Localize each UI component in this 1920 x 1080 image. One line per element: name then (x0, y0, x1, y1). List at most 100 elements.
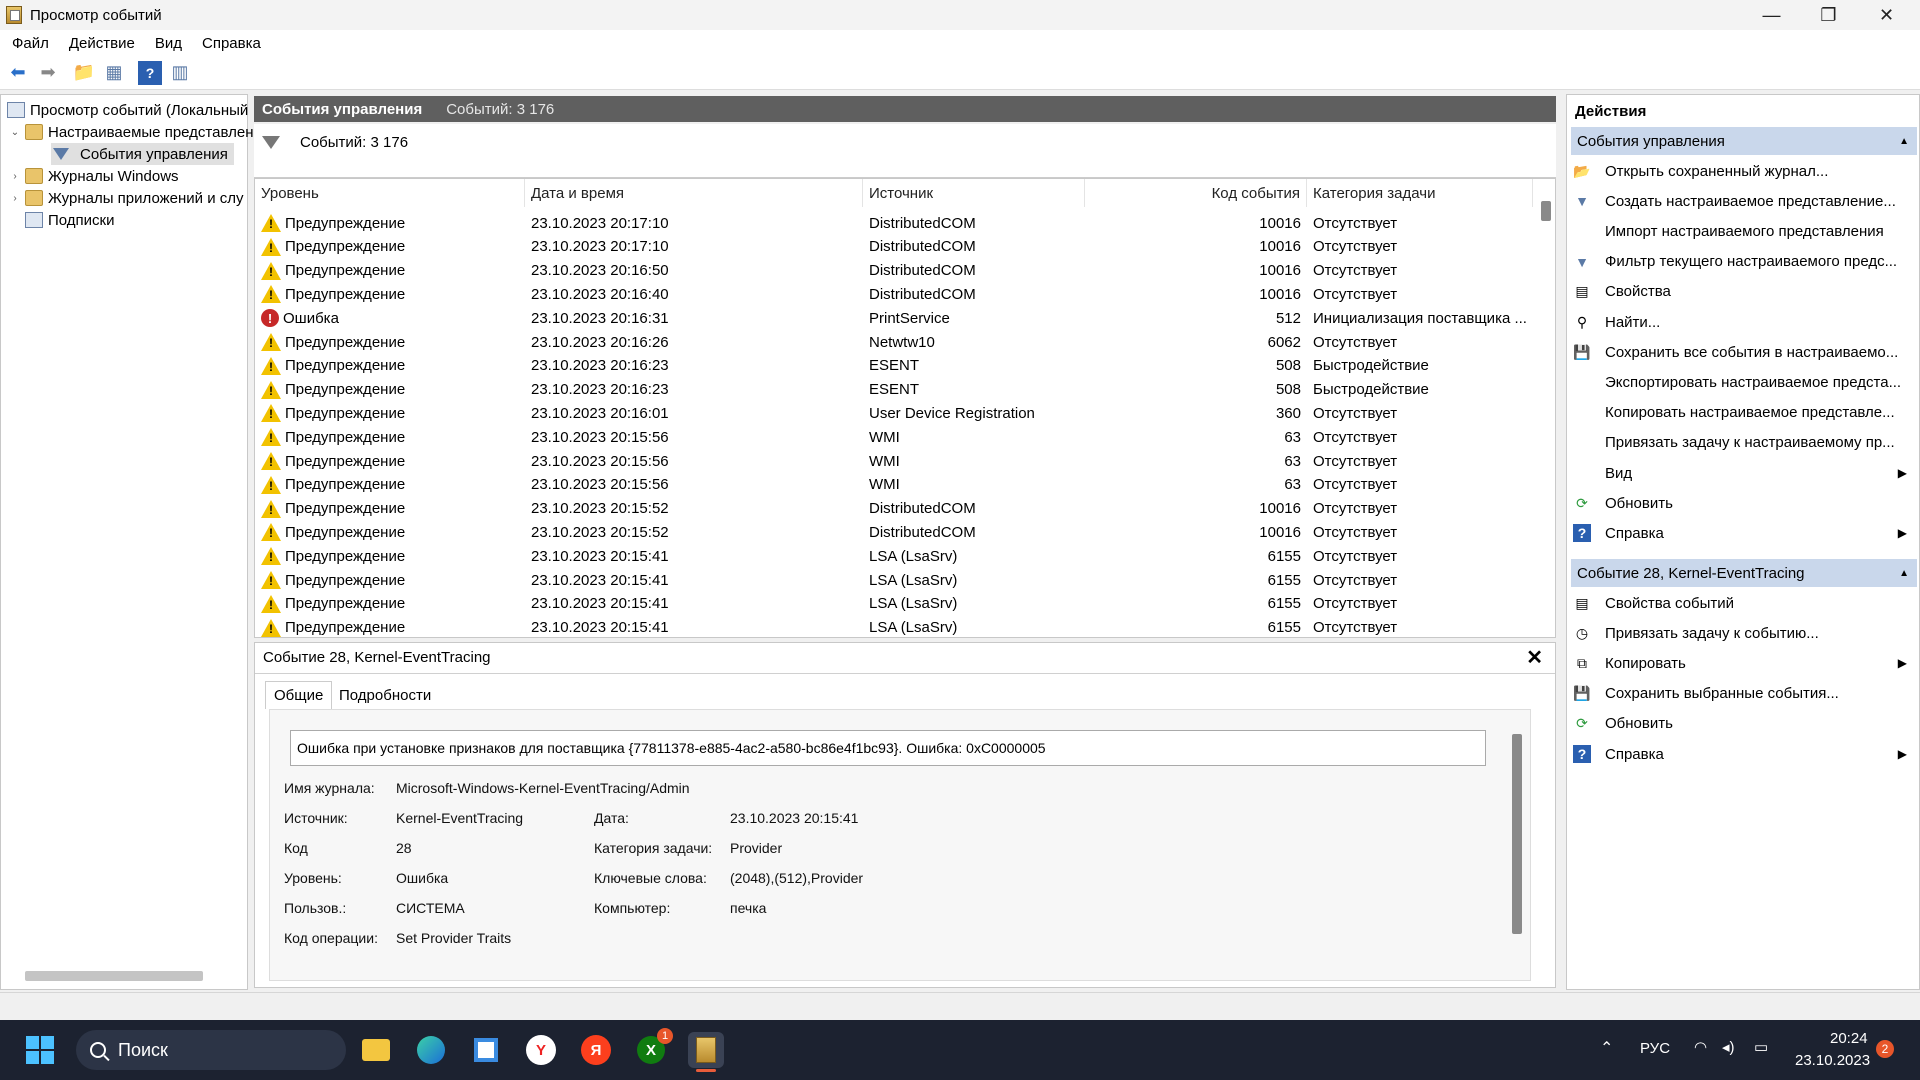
up-folder-icon[interactable]: 📁 (72, 61, 96, 85)
wifi-icon[interactable]: ◠ (1694, 1038, 1707, 1056)
action-item[interactable]: Экспортировать настраиваемое предста... (1573, 368, 1913, 396)
column-header-task-category[interactable]: Категория задачи (1307, 179, 1533, 207)
detail-vertical-scrollbar[interactable] (1512, 734, 1522, 934)
table-row[interactable]: ! Ошибка 23.10.2023 20:16:31 PrintService 51… (255, 306, 1533, 330)
action-item[interactable]: ⚲ Найти... (1573, 308, 1913, 336)
collapse-caret-icon[interactable]: ▲ (1899, 568, 1909, 579)
warning-icon (261, 571, 281, 589)
notification-count-badge[interactable]: 2 (1876, 1040, 1894, 1058)
expand-chevron-icon[interactable]: › (9, 171, 21, 182)
actions-section-admin-events[interactable]: События управления ▲ (1571, 127, 1917, 155)
table-row[interactable]: Предупреждение 23.10.2023 20:16:26 Netwtw1… (255, 330, 1533, 354)
expand-chevron-icon[interactable]: › (9, 193, 21, 204)
menu-file[interactable]: Файл (12, 35, 49, 52)
yandex-icon[interactable]: Я (578, 1032, 614, 1068)
battery-icon[interactable]: ▭ (1754, 1038, 1768, 1056)
action-item[interactable]: Вид ▶ (1573, 459, 1913, 487)
table-row[interactable]: Предупреждение 23.10.2023 20:16:23 ESENT 50… (255, 378, 1533, 402)
table-row[interactable]: Предупреждение 23.10.2023 20:15:41 LSA (Ls… (255, 616, 1533, 637)
help-icon[interactable]: ? (138, 60, 162, 85)
tree-app-logs[interactable]: › Журналы приложений и слу (9, 187, 243, 209)
event-message-box[interactable]: Ошибка при установке признаков для поста… (290, 730, 1486, 766)
column-header-source[interactable]: Источник (863, 179, 1085, 207)
table-vertical-scrollbar[interactable] (1541, 201, 1551, 221)
taskbar-search-box[interactable]: Поиск (76, 1030, 346, 1070)
back-arrow-icon[interactable]: ⬅ (6, 61, 30, 85)
close-button[interactable]: ✕ (1858, 0, 1915, 30)
table-row[interactable]: Предупреждение 23.10.2023 20:15:52 Distrib… (255, 497, 1533, 521)
close-detail-icon[interactable]: ✕ (1526, 645, 1543, 670)
collapse-caret-icon[interactable]: ▲ (1899, 136, 1909, 147)
clock-date[interactable]: 23.10.2023 (1795, 1052, 1870, 1069)
cell-code-text: 10016 (1259, 214, 1301, 232)
action-item[interactable]: 💾 Сохранить выбранные события... (1573, 680, 1913, 708)
action-item[interactable]: ⟳ Обновить (1573, 710, 1913, 738)
table-row[interactable]: Предупреждение 23.10.2023 20:15:52 Distrib… (255, 520, 1533, 544)
yandex-browser-icon[interactable]: Y (523, 1032, 559, 1068)
cell-source-text: ESENT (869, 357, 920, 375)
action-item[interactable]: ? Справка ▶ (1573, 519, 1913, 547)
action-item-label: Экспортировать настраиваемое предста... (1605, 373, 1902, 391)
column-header-event-id[interactable]: Код события (1085, 179, 1307, 207)
clock-time[interactable]: 20:24 (1830, 1030, 1868, 1047)
table-row[interactable]: Предупреждение 23.10.2023 20:15:56 WMI 63 От… (255, 449, 1533, 473)
action-item[interactable]: Импорт настраиваемого представления (1573, 217, 1913, 245)
column-header-datetime[interactable]: Дата и время (525, 179, 863, 207)
cell-category-text: Отсутствует (1313, 500, 1398, 518)
tree-admin-events[interactable]: События управления (51, 143, 234, 165)
table-row[interactable]: Предупреждение 23.10.2023 20:15:41 LSA (Ls… (255, 568, 1533, 592)
collapse-chevron-icon[interactable]: ⌄ (9, 127, 21, 138)
table-row[interactable]: Предупреждение 23.10.2023 20:17:10 Distrib… (255, 235, 1533, 259)
table-row[interactable]: Предупреждение 23.10.2023 20:15:41 LSA (Ls… (255, 592, 1533, 616)
action-item-label: Найти... (1605, 313, 1661, 331)
forward-arrow-icon[interactable]: ➡ (36, 61, 60, 85)
table-row[interactable]: Предупреждение 23.10.2023 20:16:40 Distrib… (255, 282, 1533, 306)
action-item[interactable]: ▤ Свойства событий (1573, 589, 1913, 617)
table-row[interactable]: Предупреждение 23.10.2023 20:15:56 WMI 63 От… (255, 425, 1533, 449)
volume-icon[interactable]: ◂) (1722, 1038, 1735, 1056)
xbox-icon[interactable]: X 1 (633, 1028, 673, 1068)
event-viewer-taskbar-icon[interactable] (688, 1032, 724, 1072)
tree-custom-views[interactable]: ⌄ Настраиваемые представлен (9, 121, 254, 143)
table-row[interactable]: Предупреждение 23.10.2023 20:17:10 Distrib… (255, 211, 1533, 235)
start-windows-icon[interactable] (22, 1032, 58, 1068)
table-row[interactable]: Предупреждение 23.10.2023 20:15:56 WMI 63 От… (255, 473, 1533, 497)
action-item[interactable]: ◷ Привязать задачу к событию... (1573, 619, 1913, 647)
tab-general[interactable]: Общие (265, 681, 333, 709)
cell-level: Предупреждение (261, 354, 523, 378)
action-item[interactable]: ? Справка ▶ (1573, 740, 1913, 768)
action-item[interactable]: ▼ Создать настраиваемое представление... (1573, 187, 1913, 215)
column-header-level[interactable]: Уровень (255, 179, 525, 207)
table-row[interactable]: Предупреждение 23.10.2023 20:15:41 LSA (Ls… (255, 544, 1533, 568)
input-language[interactable]: РУС (1640, 1040, 1670, 1057)
minimize-button[interactable]: — (1743, 0, 1800, 30)
action-item[interactable]: ▤ Свойства (1573, 278, 1913, 306)
show-hide-actions-icon[interactable]: ▥ (168, 61, 192, 85)
action-item[interactable]: 💾 Сохранить все события в настраиваемо... (1573, 338, 1913, 366)
tree-subscriptions[interactable]: Подписки (25, 209, 115, 231)
action-item[interactable]: ⟳ Обновить (1573, 489, 1913, 517)
tree-root[interactable]: Просмотр событий (Локальный (7, 99, 248, 121)
cell-level-text: Предупреждение (285, 523, 406, 541)
action-item[interactable]: ⧉ Копировать ▶ (1573, 649, 1913, 677)
menu-help[interactable]: Справка (202, 35, 261, 52)
table-row[interactable]: Предупреждение 23.10.2023 20:16:23 ESENT 50… (255, 354, 1533, 378)
tree-horizontal-scrollbar[interactable] (25, 971, 203, 981)
actions-section-event[interactable]: Событие 28, Kernel-EventTracing ▲ (1571, 559, 1917, 587)
file-explorer-icon[interactable] (358, 1032, 394, 1068)
tab-details[interactable]: Подробности (331, 681, 439, 709)
tray-overflow-chevron-icon[interactable]: ⌃ (1600, 1038, 1613, 1058)
restore-button[interactable]: ❐ (1800, 0, 1857, 30)
action-item[interactable]: Копировать настраиваемое представле... (1573, 399, 1913, 427)
edge-browser-icon[interactable] (413, 1032, 449, 1068)
show-hide-tree-icon[interactable]: ▦ (102, 61, 126, 85)
action-item[interactable]: ▼ Фильтр текущего настраиваемого предс... (1573, 248, 1913, 276)
table-row[interactable]: Предупреждение 23.10.2023 20:16:50 Distrib… (255, 259, 1533, 283)
table-row[interactable]: Предупреждение 23.10.2023 20:16:01 User De… (255, 401, 1533, 425)
action-item[interactable]: 📂 Открыть сохраненный журнал... (1573, 157, 1913, 185)
microsoft-store-icon[interactable] (468, 1032, 504, 1068)
tree-windows-logs[interactable]: › Журналы Windows (9, 165, 178, 187)
action-item[interactable]: Привязать задачу к настраиваемому пр... (1573, 429, 1913, 457)
menu-action[interactable]: Действие (69, 35, 135, 52)
menu-view[interactable]: Вид (155, 35, 182, 52)
